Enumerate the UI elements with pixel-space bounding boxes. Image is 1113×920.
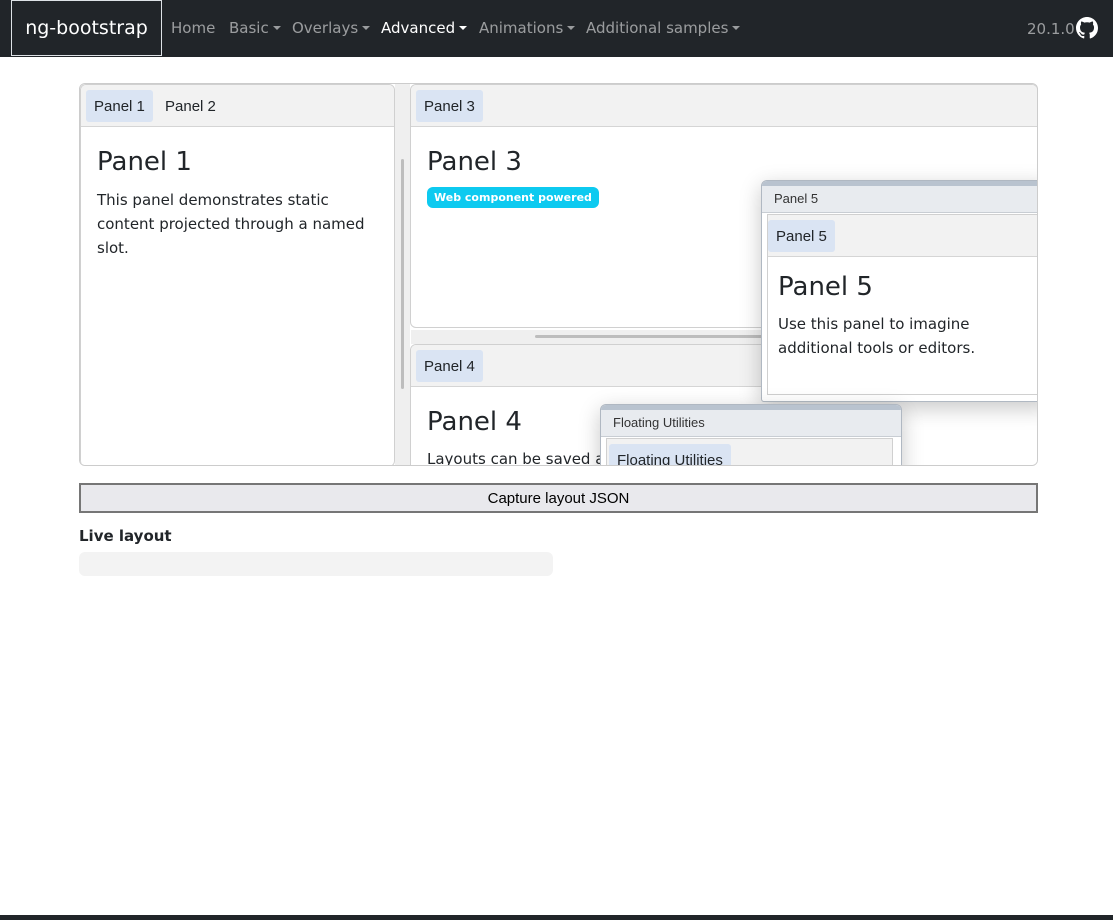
floating-window-pane: Floating Utilities: [606, 438, 893, 465]
floating-window-utilities: Floating Utilities Floating Utilities: [600, 404, 902, 465]
nav-additional-samples-label: Additional samples: [586, 19, 729, 37]
panel-description: This panel demonstrates static content p…: [97, 191, 365, 257]
vertical-splitter[interactable]: [395, 84, 410, 465]
dock-pane-left: Panel 1 Panel 2 Panel 1 This panel demon…: [80, 84, 395, 465]
floating-window-titlebar[interactable]: Panel 5: [762, 181, 1037, 213]
chevron-down-icon: [362, 26, 371, 30]
splitter-grip[interactable]: [535, 335, 765, 338]
nav-animations-dropdown[interactable]: Animations: [479, 19, 576, 37]
tab-panel-1[interactable]: Panel 1: [86, 90, 153, 122]
panel-heading: Panel 3: [427, 147, 522, 177]
nav-advanced-dropdown[interactable]: Advanced: [381, 19, 468, 37]
nav-overlays-dropdown[interactable]: Overlays: [292, 19, 371, 37]
panel-heading: Panel 5: [778, 272, 873, 302]
nav-animations-label: Animations: [479, 19, 564, 37]
chevron-down-icon: [272, 26, 281, 30]
dock-layout-container: Panel 1 Panel 2 Panel 1 This panel demon…: [79, 83, 1038, 466]
panel-description: Use this panel to imagine additional too…: [778, 315, 976, 357]
page-bottom-border: [0, 915, 1113, 920]
brand-logo-link[interactable]: ng-bootstrap: [11, 0, 162, 56]
tab-strip: Floating Utilities: [607, 439, 892, 465]
version-label: 20.1.0: [1027, 20, 1075, 38]
chevron-down-icon: [459, 26, 468, 30]
splitter-grip[interactable]: [401, 159, 404, 389]
nav-home[interactable]: Home: [171, 19, 215, 37]
floating-window-pane: Panel 5 Panel 5 Use this panel to imagin…: [767, 214, 1037, 395]
nav-overlays-label: Overlays: [292, 19, 359, 37]
tab-floating-utilities[interactable]: Floating Utilities: [609, 444, 731, 465]
tab-panel-3[interactable]: Panel 3: [416, 90, 483, 122]
tab-strip: Panel 5: [768, 215, 1037, 257]
nav-basic-label: Basic: [229, 19, 269, 37]
nav-home-label: Home: [171, 19, 216, 37]
nav-advanced-label: Advanced: [381, 19, 456, 37]
tab-panel-2[interactable]: Panel 2: [157, 90, 224, 122]
capture-layout-json-button[interactable]: Capture layout JSON: [79, 483, 1038, 513]
nav-additional-samples-dropdown[interactable]: Additional samples: [586, 19, 741, 37]
live-layout-label: Live layout: [79, 527, 172, 545]
chevron-down-icon: [732, 26, 741, 30]
web-component-badge: Web component powered: [427, 187, 599, 208]
nav-basic-dropdown[interactable]: Basic: [229, 19, 281, 37]
panel-content: Panel 5 Use this panel to imagine additi…: [778, 272, 1037, 360]
top-navbar: ng-bootstrap Home Basic Overlays Advance…: [0, 0, 1113, 57]
tab-panel-4[interactable]: Panel 4: [416, 350, 483, 382]
tab-strip: Panel 1 Panel 2: [81, 85, 394, 127]
panel-content: Panel 1 This panel demonstrates static c…: [97, 147, 382, 260]
tab-strip: Panel 3: [411, 85, 1037, 127]
github-icon[interactable]: [1076, 17, 1098, 39]
live-layout-output: [79, 552, 553, 576]
floating-window-titlebar[interactable]: Floating Utilities: [601, 405, 901, 437]
chevron-down-icon: [567, 26, 576, 30]
tab-panel-5[interactable]: Panel 5: [768, 220, 835, 252]
panel-heading: Panel 1: [97, 147, 192, 177]
floating-window-panel-5: Panel 5 Panel 5 Panel 5 Use this panel t…: [761, 180, 1037, 402]
